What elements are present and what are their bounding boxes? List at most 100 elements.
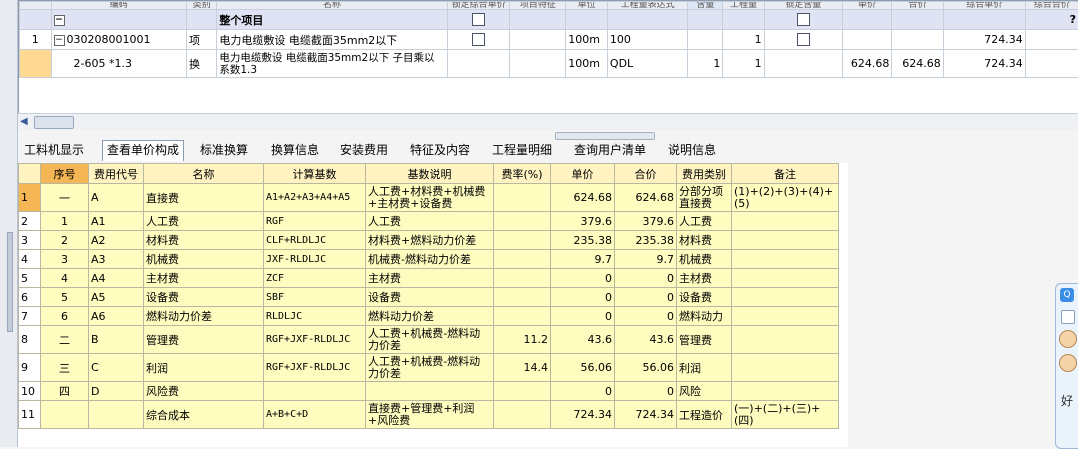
widget-button[interactable] [1061, 310, 1075, 324]
column-header-total-price[interactable]: 综合合价 [1025, 2, 1078, 10]
cost-seq[interactable]: 3 [41, 250, 89, 269]
table-row[interactable]: 11 综合成本 A+B+C+D 直接费+管理费+利润+风险费 724.34 72… [19, 401, 839, 429]
cost-code[interactable]: A [89, 184, 144, 212]
column-header-code[interactable]: 编码 [51, 2, 186, 10]
cost-note[interactable] [732, 382, 839, 401]
cost-total[interactable]: 56.06 [615, 354, 677, 382]
cost-total[interactable]: 0 [615, 307, 677, 326]
cost-note[interactable] [732, 269, 839, 288]
cost-category[interactable]: 燃料动力 [677, 307, 732, 326]
cost-category[interactable]: 风险 [677, 382, 732, 401]
sub-item-quantity[interactable]: 1 [723, 50, 764, 78]
side-chat-widget[interactable]: Q 好 [1055, 283, 1078, 449]
tab-price-composition[interactable]: 查看单价构成 [102, 140, 184, 161]
cost-base-desc[interactable]: 直接费+管理费+利润+风险费 [366, 401, 494, 429]
item-unit[interactable]: 100m [566, 30, 608, 50]
column-header-name[interactable]: 名称 [144, 164, 264, 184]
column-header-features[interactable]: 项目特征 [510, 2, 566, 10]
cost-base[interactable]: CLF+RLDLJC [264, 231, 366, 250]
group-row-whole-project[interactable]: − 整个项目 ? [20, 10, 1078, 30]
cost-base-desc[interactable]: 机械费-燃料动力价差 [366, 250, 494, 269]
cost-total[interactable]: 43.6 [615, 326, 677, 354]
column-header-base-desc[interactable]: 基数说明 [366, 164, 494, 184]
column-header-name[interactable]: 名称 [217, 2, 447, 10]
cost-base-desc[interactable]: 人工费+材料费+机械费+主材费+设备费 [366, 184, 494, 212]
tree-toggle-icon[interactable]: − [54, 15, 65, 26]
sub-item-unit-price[interactable]: 724.34 [943, 50, 1025, 78]
cost-name[interactable]: 管理费 [144, 326, 264, 354]
cost-name[interactable]: 设备费 [144, 288, 264, 307]
cost-name[interactable]: 风险费 [144, 382, 264, 401]
cost-unit-price[interactable]: 0 [551, 382, 615, 401]
column-header-base[interactable]: 计算基数 [264, 164, 366, 184]
cost-note[interactable] [732, 288, 839, 307]
cost-name[interactable]: 人工费 [144, 212, 264, 231]
cost-note[interactable]: (1)+(2)+(3)+(4)+(5) [732, 184, 839, 212]
cost-total[interactable]: 624.68 [615, 184, 677, 212]
cost-base-desc[interactable]: 主材费 [366, 269, 494, 288]
cost-base[interactable]: RLDLJC [264, 307, 366, 326]
cost-base[interactable] [264, 382, 366, 401]
column-header-total[interactable]: 合价 [615, 164, 677, 184]
cost-note[interactable] [732, 326, 839, 354]
cost-name[interactable]: 材料费 [144, 231, 264, 250]
tab-features-content[interactable]: 特征及内容 [406, 141, 474, 159]
column-header-rate[interactable]: 费率(%) [494, 164, 551, 184]
sub-item-content[interactable]: 1 [688, 50, 723, 78]
table-row[interactable]: 1 一 A 直接费 A1+A2+A3+A4+A5 人工费+材料费+机械费+主材费… [19, 184, 839, 212]
table-row[interactable]: 7 6 A6 燃料动力价差 RLDLJC 燃料动力价差 0 0 燃料动力 [19, 307, 839, 326]
column-header-lock-content[interactable]: 锁定含量 [764, 2, 842, 10]
column-header-price[interactable]: 单价 [842, 2, 892, 10]
cost-code[interactable]: B [89, 326, 144, 354]
cost-rate[interactable] [494, 382, 551, 401]
cost-note[interactable]: (一)+(二)+(三)+(四) [732, 401, 839, 429]
tree-toggle-icon[interactable]: − [54, 35, 65, 46]
sub-item-unit[interactable]: 100m [566, 50, 608, 78]
table-row[interactable]: 4 3 A3 机械费 JXF-RLDLJC 机械费-燃料动力价差 9.7 9.7… [19, 250, 839, 269]
cost-base[interactable]: A1+A2+A3+A4+A5 [264, 184, 366, 212]
scrollbar-thumb[interactable] [34, 116, 74, 129]
sub-item-total[interactable]: 624.68 [892, 50, 943, 78]
cost-rate[interactable] [494, 231, 551, 250]
cost-code[interactable]: A1 [89, 212, 144, 231]
column-header-note[interactable]: 备注 [732, 164, 839, 184]
cost-seq[interactable]: 1 [41, 212, 89, 231]
cost-unit-price[interactable]: 624.68 [551, 184, 615, 212]
item-expression[interactable]: 100 [607, 30, 687, 50]
cost-total[interactable]: 724.34 [615, 401, 677, 429]
sub-item-price[interactable]: 624.68 [842, 50, 892, 78]
cost-note[interactable] [732, 354, 839, 382]
table-row[interactable]: 9 三 C 利润 RGF+JXF-RLDLJC 人工费+机械费-燃料动力价差 1… [19, 354, 839, 382]
cost-total[interactable]: 235.38 [615, 231, 677, 250]
item-unit-price[interactable]: 724.34 [943, 30, 1025, 50]
item-name[interactable]: 电力电缆敷设 电缆截面35mm2以下 [217, 30, 447, 50]
item-total[interactable] [892, 30, 943, 50]
cost-category[interactable]: 人工费 [677, 212, 732, 231]
item-total-price[interactable] [1025, 30, 1078, 50]
cost-note[interactable] [732, 231, 839, 250]
sub-item-row[interactable]: 2-605 *1.3 换 电力电缆敷设 电缆截面35mm2以下 子目乘以系数1.… [20, 50, 1078, 78]
cost-code[interactable]: A6 [89, 307, 144, 326]
column-header-category[interactable]: 费用类别 [677, 164, 732, 184]
cost-unit-price[interactable]: 0 [551, 288, 615, 307]
cost-seq[interactable] [41, 401, 89, 429]
column-header[interactable] [19, 164, 41, 184]
cost-total[interactable]: 0 [615, 382, 677, 401]
cost-base[interactable]: SBF [264, 288, 366, 307]
checkbox-icon[interactable] [472, 13, 485, 26]
cost-base-desc[interactable] [366, 382, 494, 401]
column-header-unit-price[interactable]: 单价 [551, 164, 615, 184]
cost-category[interactable]: 主材费 [677, 269, 732, 288]
cost-unit-price[interactable]: 0 [551, 307, 615, 326]
horizontal-scrollbar[interactable]: ◀ [18, 113, 1078, 130]
cost-unit-price[interactable]: 379.6 [551, 212, 615, 231]
cost-base[interactable]: ZCF [264, 269, 366, 288]
cost-base[interactable]: RGF [264, 212, 366, 231]
cost-base[interactable]: RGF+JXF-RLDLJC [264, 354, 366, 382]
table-row[interactable]: 8 二 B 管理费 RGF+JXF-RLDLJC 人工费+机械费-燃料动力价差 … [19, 326, 839, 354]
sub-item-expression[interactable]: QDL [607, 50, 687, 78]
cost-category[interactable]: 管理费 [677, 326, 732, 354]
cost-total[interactable]: 0 [615, 269, 677, 288]
cost-name[interactable]: 燃料动力价差 [144, 307, 264, 326]
item-price[interactable] [842, 30, 892, 50]
